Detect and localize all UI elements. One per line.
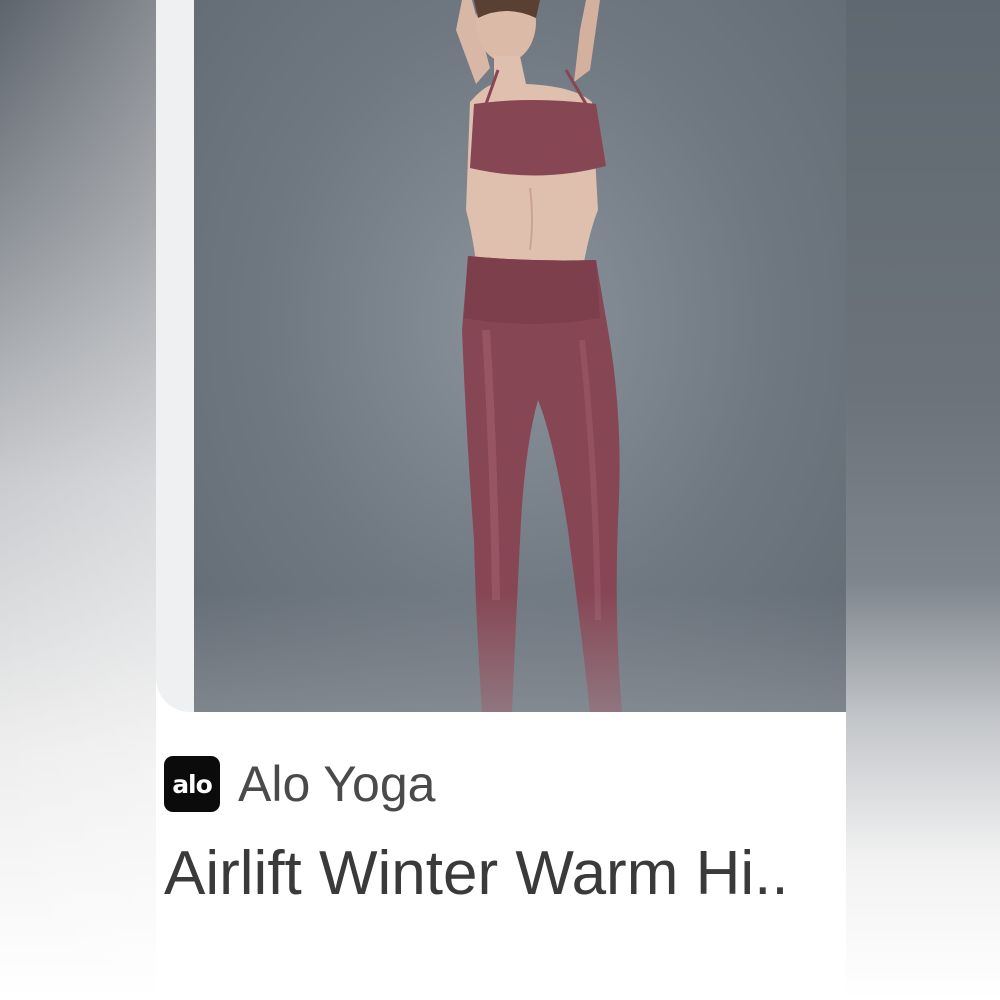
brand-name[interactable]: Alo Yoga: [238, 755, 435, 813]
right-backdrop: [846, 0, 1000, 1000]
studio-floor: [194, 592, 846, 712]
sports-bra: [470, 100, 606, 176]
brand-logo-icon: alo: [164, 756, 220, 812]
product-card[interactable]: alo Alo Yoga Airlift Winter Warm Hi..: [156, 0, 846, 1000]
product-photo[interactable]: [194, 0, 846, 712]
product-title[interactable]: Airlift Winter Warm Hi..: [164, 838, 846, 909]
right-arm: [574, 0, 600, 82]
product-image-frame: [156, 0, 846, 712]
brand-row[interactable]: alo Alo Yoga: [164, 756, 435, 812]
left-backdrop: [0, 0, 156, 1000]
